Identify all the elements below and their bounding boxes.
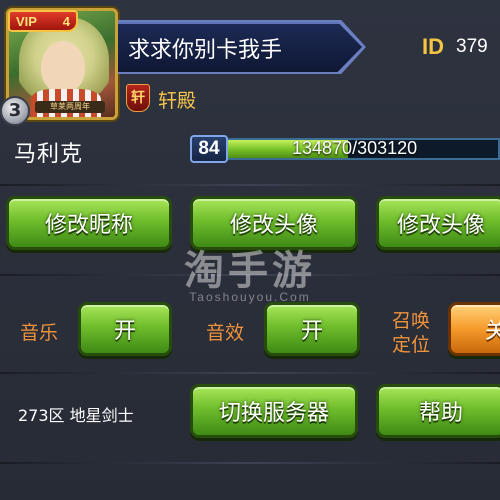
- level-badge: 84: [190, 135, 228, 163]
- avatar-face: [41, 41, 85, 93]
- id-label: ID: [422, 34, 444, 59]
- server-info: 273区 地星剑士: [18, 406, 134, 425]
- vip-badge: VIP 4: [8, 10, 78, 32]
- summon-locate-label-line2: 定位: [392, 334, 431, 356]
- guild-emblem-icon: 轩: [126, 84, 150, 112]
- player-name: 马利克: [14, 142, 84, 167]
- music-label: 音乐: [20, 322, 59, 344]
- sound-label: 音效: [206, 322, 245, 344]
- watermark: 淘手游: [184, 248, 316, 294]
- summon-locate-label-line1: 召唤: [392, 310, 431, 332]
- rank-badge: 3: [0, 96, 30, 126]
- change-avatar-button-2[interactable]: 修改头像: [376, 196, 500, 250]
- divider: [0, 184, 500, 186]
- change-nickname-button[interactable]: 修改昵称: [6, 196, 172, 250]
- nickname: 求求你别卡我手: [128, 38, 283, 63]
- divider: [0, 462, 500, 464]
- summon-locate-toggle-button[interactable]: 关: [448, 302, 500, 356]
- music-toggle-button[interactable]: 开: [78, 302, 172, 356]
- id-value: 379: [456, 36, 488, 57]
- switch-server-button[interactable]: 切换服务器: [190, 384, 358, 438]
- divider: [0, 372, 500, 374]
- vip-label: VIP: [16, 13, 37, 29]
- avatar-caption: 草莱两周年: [35, 101, 105, 113]
- xp-text: 134870/303120: [292, 138, 418, 158]
- help-button[interactable]: 帮助: [376, 384, 500, 438]
- sound-toggle-button[interactable]: 开: [264, 302, 360, 356]
- guild-name: 轩殿: [158, 90, 197, 112]
- vip-level: 4: [62, 13, 70, 29]
